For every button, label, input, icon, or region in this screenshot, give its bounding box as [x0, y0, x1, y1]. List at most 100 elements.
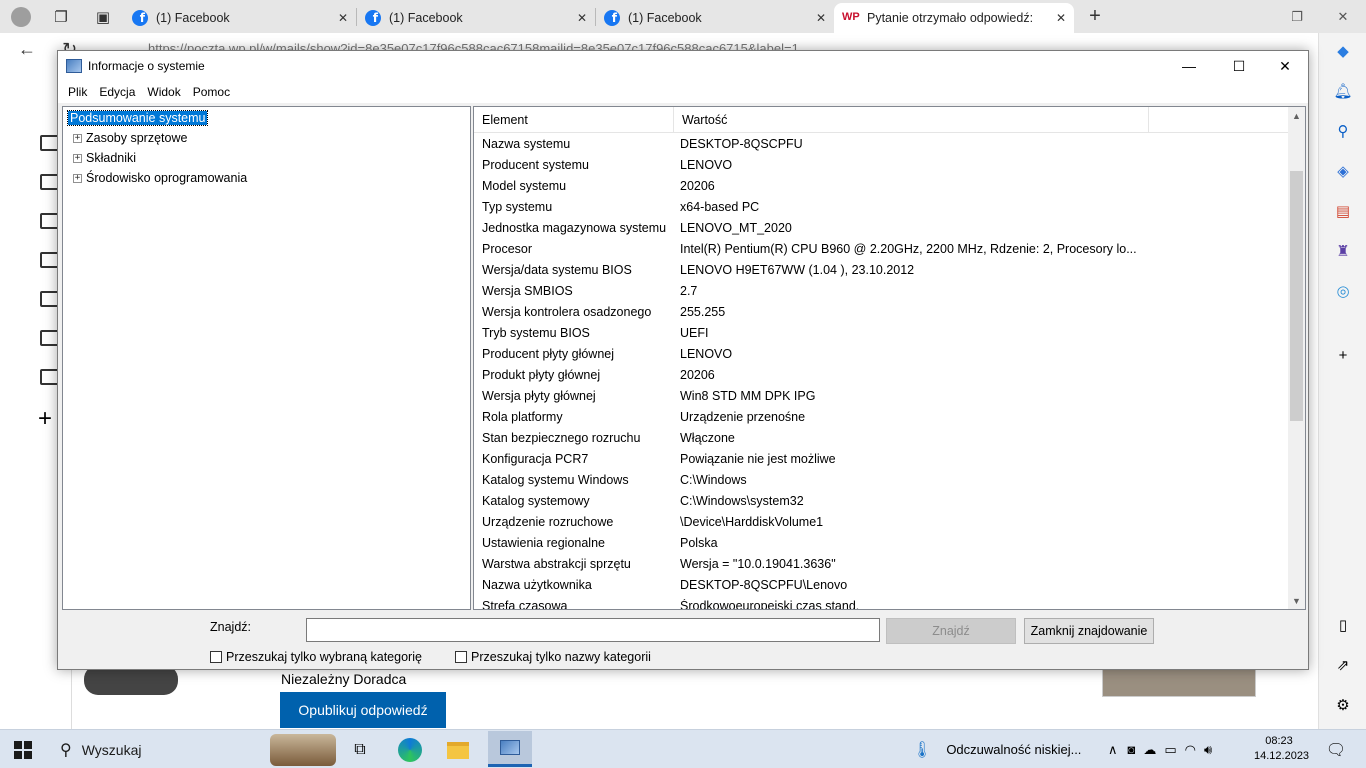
browser-tab[interactable]: f (1) Facebook ✕	[596, 3, 834, 33]
add-app-icon[interactable]: +	[1333, 345, 1353, 365]
system-info-taskbar-icon[interactable]	[488, 731, 532, 767]
start-button[interactable]	[14, 741, 32, 759]
table-row[interactable]: Konfiguracja PCR7 Powiązanie nie jest moż…	[474, 448, 1289, 469]
close-tab-icon[interactable]: ✕	[1056, 11, 1066, 25]
wifi-icon[interactable]: ◠	[1185, 742, 1196, 758]
table-row[interactable]: Wersja kontrolera osadzonego 255.255	[474, 301, 1289, 322]
search-icon[interactable]: ⚲	[1333, 121, 1353, 141]
table-row[interactable]: Jednostka magazynowa systemu LENOVO_MT_20…	[474, 217, 1289, 238]
browser-close-icon[interactable]: ✕	[1320, 0, 1366, 33]
notifications-icon[interactable]: 🗨︎	[1322, 736, 1350, 764]
settings-icon[interactable]: ⚙	[1333, 695, 1353, 715]
row-element-cell: Wersja/data systemu BIOS	[482, 262, 632, 277]
table-row[interactable]: Wersja płyty głównej Win8 STD MM DPK IPG	[474, 385, 1289, 406]
show-hidden-icons-icon[interactable]: ∧	[1108, 742, 1118, 758]
table-row[interactable]: Stan bezpiecznego rozruchu Włączone	[474, 427, 1289, 448]
table-row[interactable]: Producent systemu LENOVO	[474, 154, 1289, 175]
browser-restore-icon[interactable]: ❐	[1274, 0, 1320, 33]
file-explorer-icon[interactable]	[444, 736, 472, 764]
maximize-icon[interactable]: ☐	[1216, 51, 1262, 81]
onedrive-icon[interactable]: ☁	[1143, 742, 1156, 758]
expand-icon[interactable]: +	[73, 173, 82, 183]
new-tab-icon[interactable]: +	[1080, 2, 1110, 32]
games-icon[interactable]: ♜	[1333, 241, 1353, 261]
table-row[interactable]: Nazwa użytkownika DESKTOP-8QSCPFU\Lenovo	[474, 574, 1289, 595]
checkbox-box[interactable]	[455, 651, 467, 663]
row-value-cell: LENOVO_MT_2020	[680, 220, 792, 235]
tab-actions-icon[interactable]: ▣	[88, 2, 118, 32]
tools-icon[interactable]: ▤	[1333, 201, 1353, 221]
external-link-icon[interactable]: ⇗	[1333, 655, 1353, 675]
search-selected-category-checkbox[interactable]: Przeszukaj tylko wybraną kategorię	[210, 650, 422, 664]
table-row[interactable]: Typ systemu x64-based PC	[474, 196, 1289, 217]
menu-edit[interactable]: Edycja	[93, 85, 141, 99]
webcam-icon[interactable]: ◙	[1128, 742, 1136, 757]
window-titlebar[interactable]: Informacje o systemie — ☐ ✕	[58, 51, 1308, 81]
table-row[interactable]: Rola platformy Urządzenie przenośne	[474, 406, 1289, 427]
table-row[interactable]: Warstwa abstrakcji sprzętu Wersja = "10.0…	[474, 553, 1289, 574]
details-list[interactable]: Element Wartość Nazwa systemu DESKTOP-8QS…	[473, 106, 1306, 610]
table-row[interactable]: Tryb systemu BIOS UEFI	[474, 322, 1289, 343]
column-header-element[interactable]: Element	[474, 107, 674, 133]
row-value-cell: UEFI	[680, 325, 709, 340]
scroll-down-icon[interactable]: ▼	[1288, 592, 1305, 609]
close-tab-icon[interactable]: ✕	[816, 11, 826, 25]
table-row[interactable]: Katalog systemu Windows C:\Windows	[474, 469, 1289, 490]
category-tree[interactable]: Podsumowanie systemu + Zasoby sprzętowe …	[62, 106, 471, 610]
sidebar-layout-icon[interactable]: ▯	[1333, 615, 1353, 635]
tree-item-software-environment[interactable]: + Środowisko oprogramowania	[73, 169, 247, 187]
table-row[interactable]: Produkt płyty głównej 20206	[474, 364, 1289, 385]
browser-tab[interactable]: f (1) Facebook ✕	[357, 3, 595, 33]
close-tab-icon[interactable]: ✕	[338, 11, 348, 25]
taskbar-search[interactable]: ⚲ Wyszukaj	[48, 734, 338, 766]
browser-tab-active[interactable]: WP Pytanie otrzymało odpowiedź: St ✕	[834, 3, 1074, 33]
table-row[interactable]: Producent płyty głównej LENOVO	[474, 343, 1289, 364]
office-icon[interactable]: ◎	[1333, 281, 1353, 301]
notifications-icon[interactable]: 🔔︎	[1333, 81, 1353, 101]
close-find-button[interactable]: Zamknij znajdowanie	[1024, 618, 1154, 644]
menu-help[interactable]: Pomoc	[187, 85, 236, 99]
volume-icon[interactable]: 🔊︎	[1204, 742, 1212, 758]
close-tab-icon[interactable]: ✕	[577, 11, 587, 25]
table-row[interactable]: Ustawienia regionalne Polska	[474, 532, 1289, 553]
clock[interactable]: 08:23 14.12.2023	[1254, 734, 1309, 764]
scroll-up-icon[interactable]: ▲	[1288, 107, 1305, 124]
table-row[interactable]: Wersja SMBIOS 2.7	[474, 280, 1289, 301]
publish-answer-button[interactable]: Opublikuj odpowiedź	[280, 692, 446, 728]
search-category-names-checkbox[interactable]: Przeszukaj tylko nazwy kategorii	[455, 650, 651, 664]
table-row[interactable]: Katalog systemowy C:\Windows\system32	[474, 490, 1289, 511]
column-header-value[interactable]: Wartość	[674, 107, 1149, 133]
table-row[interactable]: Nazwa systemu DESKTOP-8QSCPFU	[474, 133, 1289, 154]
task-view-icon[interactable]: ⧉	[346, 736, 374, 764]
tree-item-components[interactable]: + Składniki	[73, 149, 136, 167]
table-row[interactable]: Procesor Intel(R) Pentium(R) CPU B960 @ 2…	[474, 238, 1289, 259]
back-icon[interactable]: ←	[18, 39, 36, 60]
menu-file[interactable]: Plik	[62, 85, 93, 99]
checkbox-box[interactable]	[210, 651, 222, 663]
weather-widget[interactable]: 🌡︎ Odczuwalność niskiej...	[912, 730, 1081, 768]
close-icon[interactable]: ✕	[1262, 51, 1308, 81]
table-row[interactable]: Urządzenie rozruchowe \Device\HarddiskVol…	[474, 511, 1289, 532]
table-row[interactable]: Wersja/data systemu BIOS LENOVO H9ET67WW …	[474, 259, 1289, 280]
workspaces-icon[interactable]: ❐	[46, 2, 76, 32]
expand-icon[interactable]: +	[73, 133, 82, 143]
scrollbar-thumb[interactable]	[1290, 171, 1303, 421]
battery-icon[interactable]: ▭	[1164, 742, 1176, 758]
find-input[interactable]	[306, 618, 880, 642]
menu-view[interactable]: Widok	[141, 85, 186, 99]
tree-item-system-summary[interactable]: Podsumowanie systemu	[66, 109, 209, 127]
find-button[interactable]: Znajdź	[886, 618, 1016, 644]
table-row[interactable]: Strefa czasowa Środkowoeuropejski czas st…	[474, 595, 1289, 610]
expand-icon[interactable]: +	[73, 153, 82, 163]
edge-icon[interactable]	[396, 736, 424, 764]
shopping-icon[interactable]: ◈	[1333, 161, 1353, 181]
browser-tab[interactable]: f (1) Facebook ✕	[124, 3, 356, 33]
copilot-icon[interactable]: ◆	[1333, 41, 1353, 61]
minimize-icon[interactable]: —	[1166, 51, 1212, 81]
add-folder-icon[interactable]: +	[38, 405, 52, 433]
row-value-cell: C:\Windows	[680, 472, 747, 487]
vertical-scrollbar[interactable]: ▲ ▼	[1288, 107, 1305, 609]
table-row[interactable]: Model systemu 20206	[474, 175, 1289, 196]
tree-item-hardware-resources[interactable]: + Zasoby sprzętowe	[73, 129, 187, 147]
profile-icon[interactable]	[6, 2, 36, 32]
